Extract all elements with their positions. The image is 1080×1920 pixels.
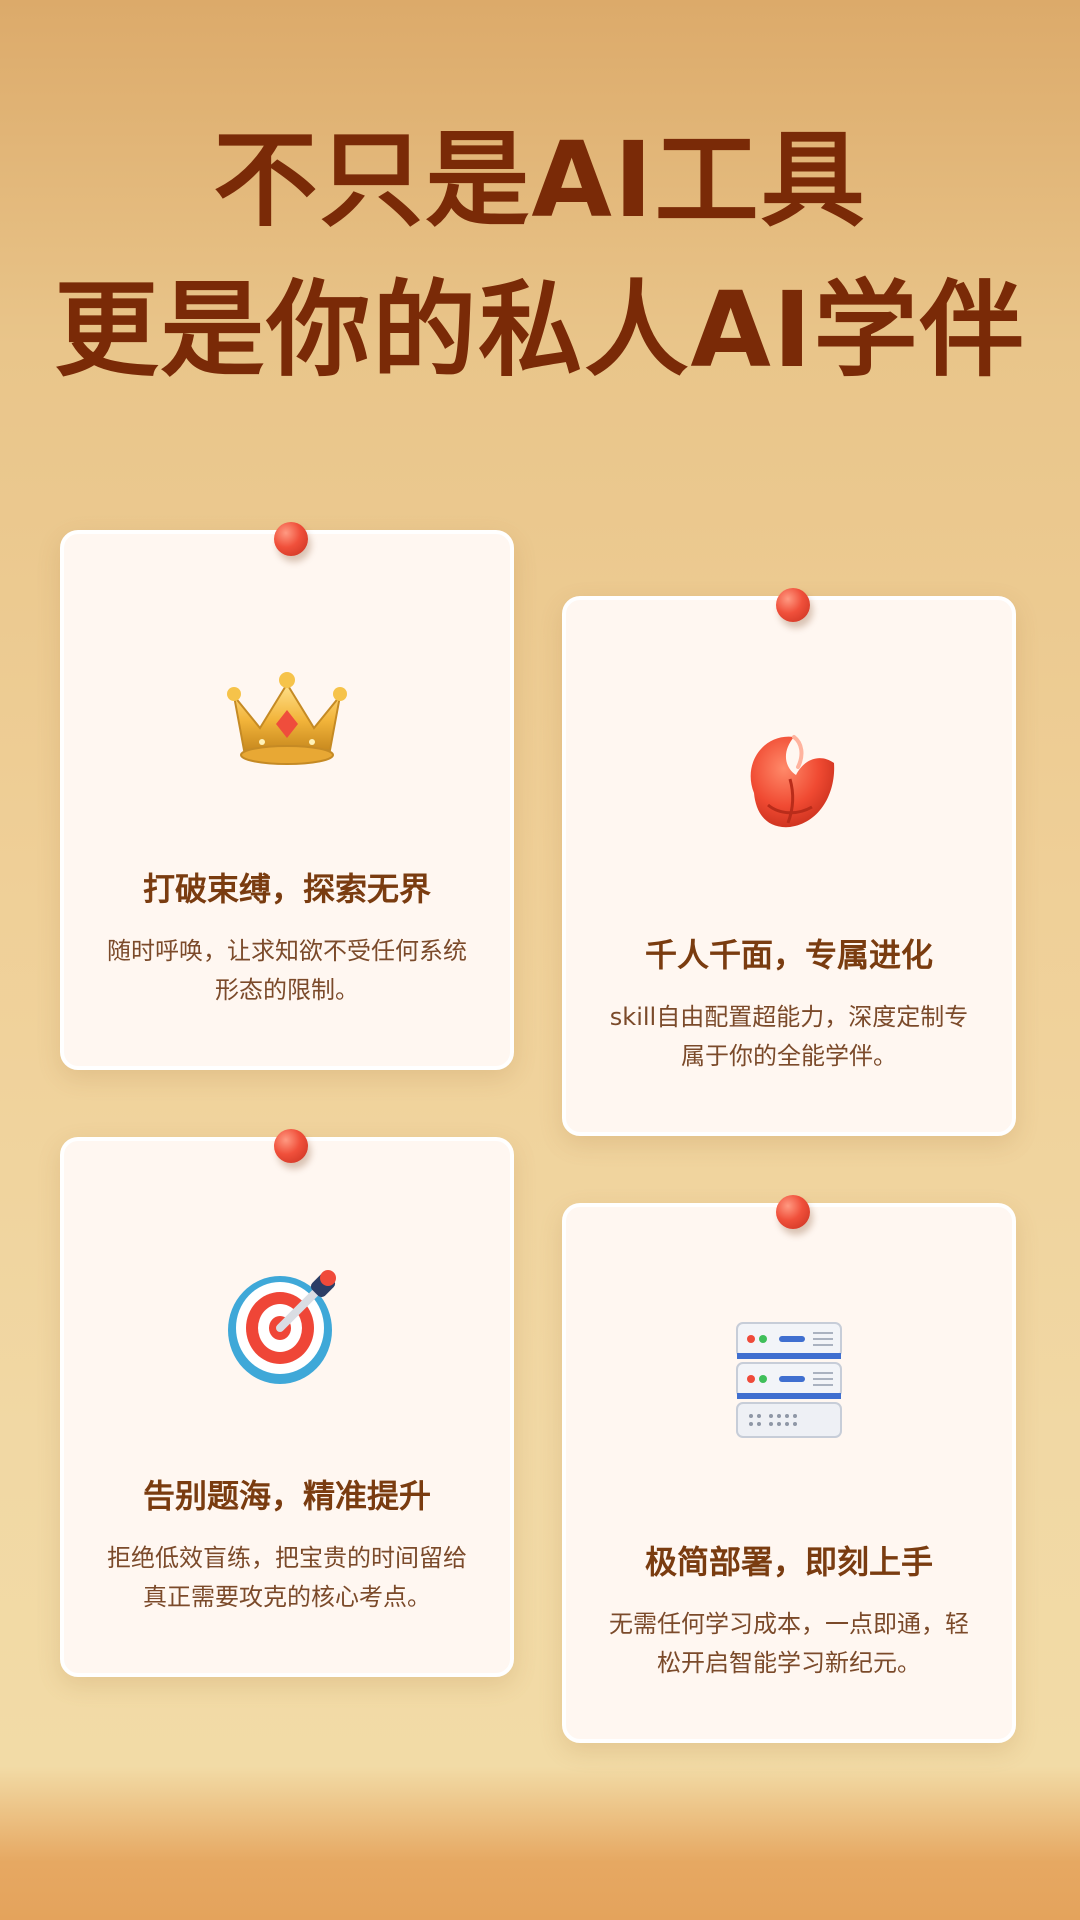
- feature-card-personalize: 千人千面，专属进化 skill自由配置超能力，深度定制专属于你的全能学伴。: [562, 588, 1016, 1136]
- target-dart-icon: [64, 1259, 510, 1389]
- server-stack-icon: [566, 1315, 1012, 1445]
- card-description: 随时呼唤，让求知欲不受任何系统形态的限制。: [107, 937, 467, 1004]
- card-title: 告别题海，精准提升: [142, 1477, 431, 1515]
- crown-icon: [64, 652, 510, 782]
- card-title: 千人千面，专属进化: [644, 936, 933, 974]
- hero-title-line-2: 更是你的私人AI学伴: [54, 269, 1026, 391]
- hero-title: 不只是AI工具 更是你的私人AI学伴: [0, 105, 1080, 405]
- pushpin-icon: [274, 1129, 308, 1163]
- card-description: 无需任何学习成本，一点即通，轻松开启智能学习新纪元。: [609, 1610, 969, 1677]
- feature-card-precision: 告别题海，精准提升 拒绝低效盲练，把宝贵的时间留给真正需要攻克的核心考点。: [60, 1129, 514, 1677]
- hero-title-line-1: 不只是AI工具: [213, 119, 867, 241]
- lobster-claw-icon: [566, 718, 1012, 848]
- card-title: 打破束缚，探索无界: [142, 870, 431, 908]
- feature-card-explore: 打破束缚，探索无界 随时呼唤，让求知欲不受任何系统形态的限制。: [60, 522, 514, 1070]
- card-description: skill自由配置超能力，深度定制专属于你的全能学伴。: [609, 1003, 969, 1070]
- pushpin-icon: [776, 1195, 810, 1229]
- pushpin-icon: [776, 588, 810, 622]
- card-description: 拒绝低效盲练，把宝贵的时间留给真正需要攻克的核心考点。: [107, 1544, 467, 1611]
- card-title: 极简部署，即刻上手: [644, 1543, 933, 1581]
- feature-card-deploy: 极简部署，即刻上手 无需任何学习成本，一点即通，轻松开启智能学习新纪元。: [562, 1195, 1016, 1743]
- pushpin-icon: [274, 522, 308, 556]
